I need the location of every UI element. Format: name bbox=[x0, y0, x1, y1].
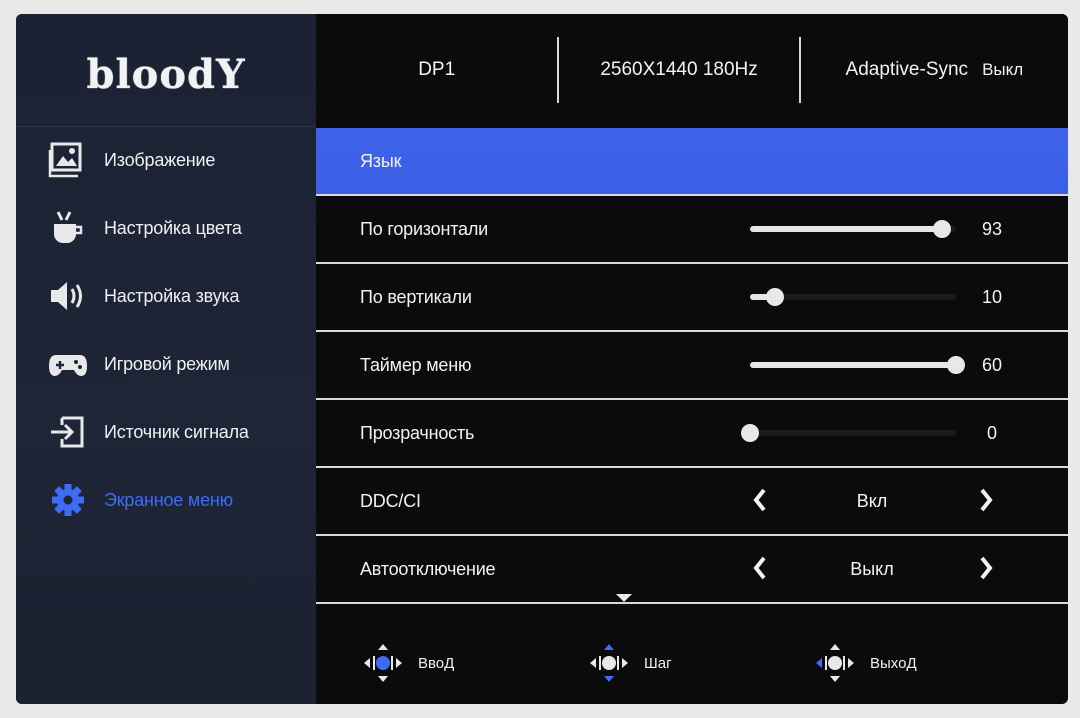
gamepad-icon bbox=[46, 344, 90, 384]
input-status: DP1 bbox=[316, 37, 560, 103]
menu-row-h-position[interactable]: По горизонтали 93 bbox=[316, 196, 1068, 264]
row-label: Язык bbox=[360, 150, 402, 171]
image-icon bbox=[46, 140, 90, 180]
control-hints: ВвоД Шаг ВыхоД bbox=[316, 624, 1068, 704]
hint-enter: ВвоД bbox=[360, 640, 454, 686]
transparency-slider[interactable] bbox=[741, 424, 956, 442]
v-position-slider[interactable] bbox=[750, 288, 956, 306]
input-status-text: DP1 bbox=[418, 59, 456, 80]
hint-enter-label: ВвоД bbox=[418, 654, 455, 672]
sidebar-item-label: Источник сигнала bbox=[104, 421, 249, 442]
sidebar-item-label: Настройка звука bbox=[104, 285, 240, 306]
brand-text: bloodY bbox=[86, 50, 246, 98]
gear-icon bbox=[46, 480, 90, 520]
menu-row-transparency[interactable]: Прозрачность 0 bbox=[316, 400, 1068, 468]
menu-row-language[interactable]: Язык bbox=[316, 128, 1068, 196]
menu-row-auto-off[interactable]: Автоотключение Выкл bbox=[316, 536, 1068, 604]
slider-knob[interactable] bbox=[947, 356, 965, 374]
speaker-icon bbox=[46, 276, 90, 316]
joystick-updown-icon bbox=[590, 644, 628, 682]
sidebar-item-label: Экранное меню bbox=[104, 489, 233, 510]
sidebar-item-osd[interactable]: Экранное меню bbox=[16, 466, 316, 534]
scroll-down-indicator-icon bbox=[616, 594, 632, 602]
hint-exit: ВыхоД bbox=[812, 640, 917, 686]
joystick-press-icon bbox=[364, 644, 402, 682]
sidebar: bloodY Изображение Настройка цвета Настр… bbox=[16, 14, 316, 704]
sidebar-item-label: Изображение bbox=[104, 149, 216, 170]
adaptive-sync-label: Adaptive-Sync bbox=[845, 59, 969, 80]
row-label: Автоотключение bbox=[360, 558, 496, 579]
slider-knob[interactable] bbox=[932, 220, 951, 238]
row-label: Таймер меню bbox=[360, 354, 472, 375]
hint-exit-label: ВыхоД bbox=[870, 654, 917, 672]
sidebar-item-image[interactable]: Изображение bbox=[16, 126, 316, 194]
adaptive-sync-status: Adaptive-Sync Выкл bbox=[801, 37, 1068, 103]
auto-off-value: Выкл bbox=[850, 558, 894, 579]
chevron-right-icon[interactable] bbox=[976, 486, 996, 514]
sidebar-item-game[interactable]: Игровой режим bbox=[16, 330, 316, 398]
row-label: По вертикали bbox=[360, 286, 472, 307]
menu-row-menu-timer[interactable]: Таймер меню 60 bbox=[316, 332, 1068, 400]
color-icon bbox=[46, 208, 90, 248]
menu-row-v-position[interactable]: По вертикали 10 bbox=[316, 264, 1068, 332]
row-label: Прозрачность bbox=[360, 422, 475, 443]
sidebar-item-color[interactable]: Настройка цвета bbox=[16, 194, 316, 262]
row-value: 60 bbox=[981, 354, 1003, 375]
settings-list: Язык По горизонтали 93 По вертикали 10 Т… bbox=[316, 128, 1068, 604]
row-label: DDC/CI bbox=[360, 490, 421, 511]
sidebar-item-sound[interactable]: Настройка звука bbox=[16, 262, 316, 330]
hint-step: Шаг bbox=[586, 640, 672, 686]
menu-timer-slider[interactable] bbox=[750, 356, 965, 374]
menu-row-ddcci[interactable]: DDC/CI Вкл bbox=[316, 468, 1068, 536]
row-value: 93 bbox=[981, 218, 1003, 239]
sidebar-nav: Изображение Настройка цвета Настройка зв… bbox=[16, 126, 316, 534]
h-position-slider[interactable] bbox=[750, 220, 956, 238]
sidebar-item-label: Игровой режим bbox=[104, 353, 230, 374]
chevron-left-icon[interactable] bbox=[750, 486, 770, 514]
row-label: По горизонтали bbox=[360, 218, 489, 239]
slider-fill bbox=[750, 362, 956, 368]
slider-fill bbox=[750, 226, 942, 232]
joystick-left-icon bbox=[816, 644, 854, 682]
status-header: DP1 2560X1440 180Hz Adaptive-Sync Выкл bbox=[316, 14, 1068, 126]
slider-knob[interactable] bbox=[741, 424, 759, 442]
resolution-status-text: 2560X1440 180Hz bbox=[600, 59, 758, 80]
input-source-icon bbox=[46, 412, 90, 452]
brand-logo: bloodY bbox=[16, 14, 316, 127]
chevron-right-icon[interactable] bbox=[976, 554, 996, 582]
resolution-status: 2560X1440 180Hz bbox=[559, 37, 801, 103]
adaptive-sync-value: Выкл bbox=[982, 60, 1024, 79]
ddcci-value: Вкл bbox=[856, 490, 888, 511]
row-value: 10 bbox=[981, 286, 1003, 307]
sidebar-item-label: Настройка цвета bbox=[104, 217, 242, 238]
osd-window: bloodY Изображение Настройка цвета Настр… bbox=[16, 14, 1068, 704]
chevron-left-icon[interactable] bbox=[750, 554, 770, 582]
slider-knob[interactable] bbox=[765, 288, 784, 306]
row-value: 0 bbox=[986, 422, 997, 443]
hint-step-label: Шаг bbox=[644, 654, 672, 672]
sidebar-item-source[interactable]: Источник сигнала bbox=[16, 398, 316, 466]
